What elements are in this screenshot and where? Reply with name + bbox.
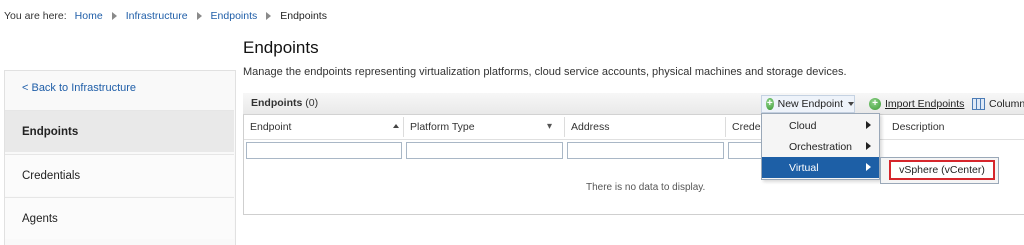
grid-count: (0) (305, 97, 319, 109)
menu-item-label: Cloud (789, 119, 817, 132)
menu-item-label: Orchestration (789, 140, 853, 153)
grid-caption-title: Endpoints (251, 97, 303, 109)
columns-icon (972, 98, 985, 110)
filter-address-input[interactable] (567, 142, 724, 159)
breadcrumb-home[interactable]: Home (75, 10, 103, 22)
columns-label: Columns (989, 98, 1024, 110)
filter-endpoint-input[interactable] (246, 142, 402, 159)
chevron-down-icon (848, 102, 854, 106)
new-endpoint-button[interactable]: + New Endpoint (761, 95, 855, 113)
submenu-arrow-icon (866, 163, 871, 171)
column-divider (564, 117, 565, 137)
breadcrumb-separator-icon (196, 12, 202, 20)
column-header-description[interactable]: Description (892, 121, 945, 133)
back-to-infrastructure-link[interactable]: < Back to Infrastructure (22, 82, 136, 94)
sidebar-item-credentials[interactable]: Credentials (5, 154, 234, 196)
menu-item-orchestration[interactable]: Orchestration (762, 136, 879, 157)
column-header-platform-type[interactable]: Platform Type (410, 121, 475, 133)
page-title: Endpoints (243, 38, 319, 57)
breadcrumb: You are here: Home Infrastructure Endpoi… (4, 8, 327, 24)
column-divider (403, 117, 404, 137)
import-endpoints-button[interactable]: + Import Endpoints (869, 95, 964, 113)
submenu-arrow-icon (866, 121, 871, 129)
menu-item-vsphere-vcenter[interactable]: vSphere (vCenter) (889, 160, 995, 180)
breadcrumb-prefix: You are here: (4, 10, 67, 22)
filter-platform-type-input[interactable] (406, 142, 563, 159)
menu-item-label: Virtual (789, 161, 819, 174)
filter-icon[interactable]: ▾ (547, 121, 552, 132)
menu-item-cloud[interactable]: Cloud (762, 115, 879, 136)
menu-item-virtual[interactable]: Virtual (762, 157, 879, 178)
breadcrumb-separator-icon (111, 12, 117, 20)
breadcrumb-endpoints[interactable]: Endpoints (211, 10, 258, 22)
page-description: Manage the endpoints representing virtua… (243, 66, 847, 78)
column-divider (725, 117, 726, 137)
breadcrumb-current: Endpoints (280, 10, 327, 22)
import-endpoints-label: Import Endpoints (885, 98, 965, 110)
sidebar-item-agents[interactable]: Agents (5, 197, 234, 239)
breadcrumb-separator-icon (266, 12, 272, 20)
add-icon: + (766, 98, 774, 110)
column-header-address[interactable]: Address (571, 121, 610, 133)
submenu-arrow-icon (866, 142, 871, 150)
sort-ascending-icon[interactable] (393, 124, 399, 128)
add-icon: + (869, 98, 881, 110)
column-header-endpoint[interactable]: Endpoint (250, 121, 291, 133)
empty-grid-message: There is no data to display. (586, 182, 706, 193)
columns-button[interactable]: Columns (972, 95, 1024, 113)
breadcrumb-infrastructure[interactable]: Infrastructure (126, 10, 188, 22)
new-endpoint-label: New Endpoint (777, 98, 843, 110)
sidebar-item-endpoints[interactable]: Endpoints (5, 110, 234, 152)
grid-caption: Endpoints (0) (251, 97, 318, 109)
